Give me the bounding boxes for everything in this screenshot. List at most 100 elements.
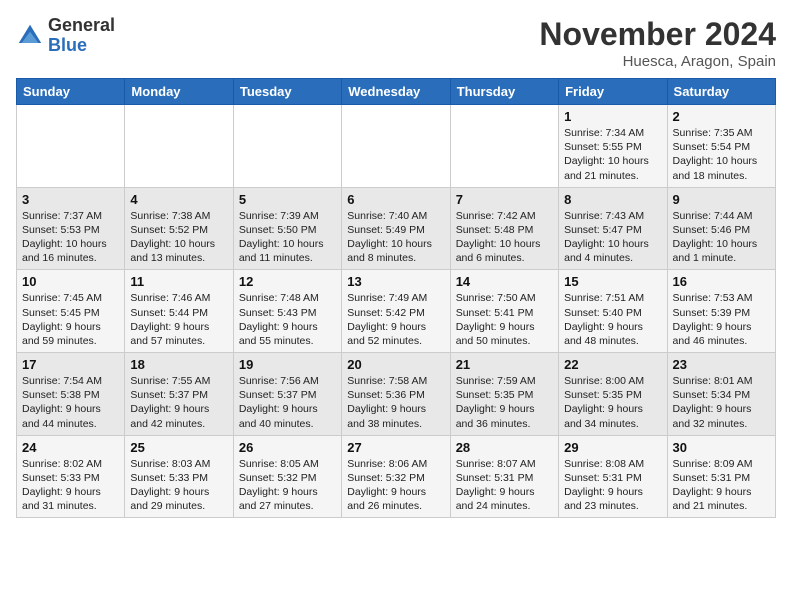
calendar-table: SundayMondayTuesdayWednesdayThursdayFrid… bbox=[16, 78, 776, 518]
day-number: 25 bbox=[130, 440, 227, 455]
day-number: 21 bbox=[456, 357, 553, 372]
calendar-cell: 26 Sunrise: 8:05 AMSunset: 5:32 PMDayligh… bbox=[233, 435, 341, 518]
day-of-week-header: Friday bbox=[559, 79, 667, 105]
calendar-cell: 12Sunrise: 7:48 AMSunset: 5:43 PMDayligh… bbox=[233, 270, 341, 353]
day-number: 26 bbox=[239, 440, 336, 455]
day-number: 18 bbox=[130, 357, 227, 372]
day-number: 29 bbox=[564, 440, 661, 455]
day-info: Sunrise: 7:53 AMSunset: 5:39 PMDaylight:… bbox=[673, 291, 770, 348]
day-info: Sunrise: 8:00 AMSunset: 5:35 PMDaylight:… bbox=[564, 374, 661, 431]
logo-icon bbox=[16, 22, 44, 50]
day-of-week-header: Saturday bbox=[667, 79, 775, 105]
day-info: Sunrise: 7:56 AMSunset: 5:37 PMDaylight:… bbox=[239, 374, 336, 431]
day-info: Sunrise: 8:02 AMSunset: 5:33 PMDaylight:… bbox=[22, 457, 119, 514]
calendar-cell: 24 Sunrise: 8:02 AMSunset: 5:33 PMDayligh… bbox=[17, 435, 125, 518]
calendar-cell: 23 Sunrise: 8:01 AMSunset: 5:34 PMDayligh… bbox=[667, 353, 775, 436]
day-info: Sunrise: 8:05 AMSunset: 5:32 PMDaylight:… bbox=[239, 457, 336, 514]
calendar-cell: 30 Sunrise: 8:09 AMSunset: 5:31 PMDayligh… bbox=[667, 435, 775, 518]
day-info: Sunrise: 7:42 AMSunset: 5:48 PMDaylight:… bbox=[456, 209, 553, 266]
calendar-week-row: 10Sunrise: 7:45 AMSunset: 5:45 PMDayligh… bbox=[17, 270, 776, 353]
day-info: Sunrise: 7:38 AMSunset: 5:52 PMDaylight:… bbox=[130, 209, 227, 266]
day-info: Sunrise: 7:37 AMSunset: 5:53 PMDaylight:… bbox=[22, 209, 119, 266]
day-number: 6 bbox=[347, 192, 444, 207]
day-of-week-header: Thursday bbox=[450, 79, 558, 105]
day-info: Sunrise: 7:35 AMSunset: 5:54 PMDaylight:… bbox=[673, 126, 770, 183]
calendar-cell: 19 Sunrise: 7:56 AMSunset: 5:37 PMDayligh… bbox=[233, 353, 341, 436]
calendar-week-row: 24 Sunrise: 8:02 AMSunset: 5:33 PMDayligh… bbox=[17, 435, 776, 518]
logo: General Blue bbox=[16, 16, 115, 56]
day-info: Sunrise: 8:06 AMSunset: 5:32 PMDaylight:… bbox=[347, 457, 444, 514]
calendar-cell: 2 Sunrise: 7:35 AMSunset: 5:54 PMDaylight… bbox=[667, 105, 775, 188]
day-number: 24 bbox=[22, 440, 119, 455]
day-number: 22 bbox=[564, 357, 661, 372]
calendar-cell: 8 Sunrise: 7:43 AMSunset: 5:47 PMDaylight… bbox=[559, 187, 667, 270]
day-info: Sunrise: 7:43 AMSunset: 5:47 PMDaylight:… bbox=[564, 209, 661, 266]
day-number: 19 bbox=[239, 357, 336, 372]
calendar-cell: 3Sunrise: 7:37 AMSunset: 5:53 PMDaylight… bbox=[17, 187, 125, 270]
calendar-cell: 7 Sunrise: 7:42 AMSunset: 5:48 PMDaylight… bbox=[450, 187, 558, 270]
calendar-cell: 16 Sunrise: 7:53 AMSunset: 5:39 PMDayligh… bbox=[667, 270, 775, 353]
calendar-cell: 17Sunrise: 7:54 AMSunset: 5:38 PMDayligh… bbox=[17, 353, 125, 436]
day-number: 16 bbox=[673, 274, 770, 289]
calendar-cell: 10Sunrise: 7:45 AMSunset: 5:45 PMDayligh… bbox=[17, 270, 125, 353]
calendar-cell: 20Sunrise: 7:58 AMSunset: 5:36 PMDayligh… bbox=[342, 353, 450, 436]
calendar-cell: 1 Sunrise: 7:34 AMSunset: 5:55 PMDaylight… bbox=[559, 105, 667, 188]
day-info: Sunrise: 7:46 AMSunset: 5:44 PMDaylight:… bbox=[130, 291, 227, 348]
day-number: 30 bbox=[673, 440, 770, 455]
header-row: SundayMondayTuesdayWednesdayThursdayFrid… bbox=[17, 79, 776, 105]
calendar-cell: 22 Sunrise: 8:00 AMSunset: 5:35 PMDayligh… bbox=[559, 353, 667, 436]
calendar-cell bbox=[342, 105, 450, 188]
month-title: November 2024 bbox=[539, 16, 776, 53]
day-info: Sunrise: 8:07 AMSunset: 5:31 PMDaylight:… bbox=[456, 457, 553, 514]
day-of-week-header: Wednesday bbox=[342, 79, 450, 105]
calendar-cell bbox=[17, 105, 125, 188]
day-of-week-header: Monday bbox=[125, 79, 233, 105]
calendar-header: SundayMondayTuesdayWednesdayThursdayFrid… bbox=[17, 79, 776, 105]
day-info: Sunrise: 8:01 AMSunset: 5:34 PMDaylight:… bbox=[673, 374, 770, 431]
day-number: 7 bbox=[456, 192, 553, 207]
day-number: 11 bbox=[130, 274, 227, 289]
day-info: Sunrise: 7:49 AMSunset: 5:42 PMDaylight:… bbox=[347, 291, 444, 348]
calendar-cell: 21 Sunrise: 7:59 AMSunset: 5:35 PMDayligh… bbox=[450, 353, 558, 436]
day-info: Sunrise: 7:44 AMSunset: 5:46 PMDaylight:… bbox=[673, 209, 770, 266]
calendar-cell: 29Sunrise: 8:08 AMSunset: 5:31 PMDayligh… bbox=[559, 435, 667, 518]
page-header: General Blue November 2024 Huesca, Arago… bbox=[16, 16, 776, 70]
day-info: Sunrise: 7:51 AMSunset: 5:40 PMDaylight:… bbox=[564, 291, 661, 348]
day-info: Sunrise: 7:58 AMSunset: 5:36 PMDaylight:… bbox=[347, 374, 444, 431]
calendar-cell: 13Sunrise: 7:49 AMSunset: 5:42 PMDayligh… bbox=[342, 270, 450, 353]
day-number: 5 bbox=[239, 192, 336, 207]
day-number: 17 bbox=[22, 357, 119, 372]
day-info: Sunrise: 7:34 AMSunset: 5:55 PMDaylight:… bbox=[564, 126, 661, 183]
day-number: 28 bbox=[456, 440, 553, 455]
day-info: Sunrise: 7:50 AMSunset: 5:41 PMDaylight:… bbox=[456, 291, 553, 348]
title-block: November 2024 Huesca, Aragon, Spain bbox=[539, 16, 776, 70]
day-number: 15 bbox=[564, 274, 661, 289]
calendar-cell: 6 Sunrise: 7:40 AMSunset: 5:49 PMDaylight… bbox=[342, 187, 450, 270]
day-info: Sunrise: 7:59 AMSunset: 5:35 PMDaylight:… bbox=[456, 374, 553, 431]
day-number: 9 bbox=[673, 192, 770, 207]
day-info: Sunrise: 7:48 AMSunset: 5:43 PMDaylight:… bbox=[239, 291, 336, 348]
day-number: 23 bbox=[673, 357, 770, 372]
logo-text: General Blue bbox=[48, 16, 115, 56]
logo-general: General bbox=[48, 16, 115, 36]
logo-blue: Blue bbox=[48, 36, 115, 56]
calendar-body: 1 Sunrise: 7:34 AMSunset: 5:55 PMDaylight… bbox=[17, 105, 776, 518]
day-info: Sunrise: 8:09 AMSunset: 5:31 PMDaylight:… bbox=[673, 457, 770, 514]
day-number: 1 bbox=[564, 109, 661, 124]
location: Huesca, Aragon, Spain bbox=[539, 53, 776, 70]
calendar-cell: 14 Sunrise: 7:50 AMSunset: 5:41 PMDayligh… bbox=[450, 270, 558, 353]
day-of-week-header: Sunday bbox=[17, 79, 125, 105]
day-number: 2 bbox=[673, 109, 770, 124]
calendar-cell bbox=[450, 105, 558, 188]
day-number: 10 bbox=[22, 274, 119, 289]
day-info: Sunrise: 8:03 AMSunset: 5:33 PMDaylight:… bbox=[130, 457, 227, 514]
day-number: 27 bbox=[347, 440, 444, 455]
calendar-cell: 25 Sunrise: 8:03 AMSunset: 5:33 PMDayligh… bbox=[125, 435, 233, 518]
day-number: 14 bbox=[456, 274, 553, 289]
day-number: 8 bbox=[564, 192, 661, 207]
day-info: Sunrise: 7:40 AMSunset: 5:49 PMDaylight:… bbox=[347, 209, 444, 266]
day-info: Sunrise: 7:39 AMSunset: 5:50 PMDaylight:… bbox=[239, 209, 336, 266]
calendar-cell: 28 Sunrise: 8:07 AMSunset: 5:31 PMDayligh… bbox=[450, 435, 558, 518]
calendar-week-row: 3Sunrise: 7:37 AMSunset: 5:53 PMDaylight… bbox=[17, 187, 776, 270]
day-info: Sunrise: 7:55 AMSunset: 5:37 PMDaylight:… bbox=[130, 374, 227, 431]
